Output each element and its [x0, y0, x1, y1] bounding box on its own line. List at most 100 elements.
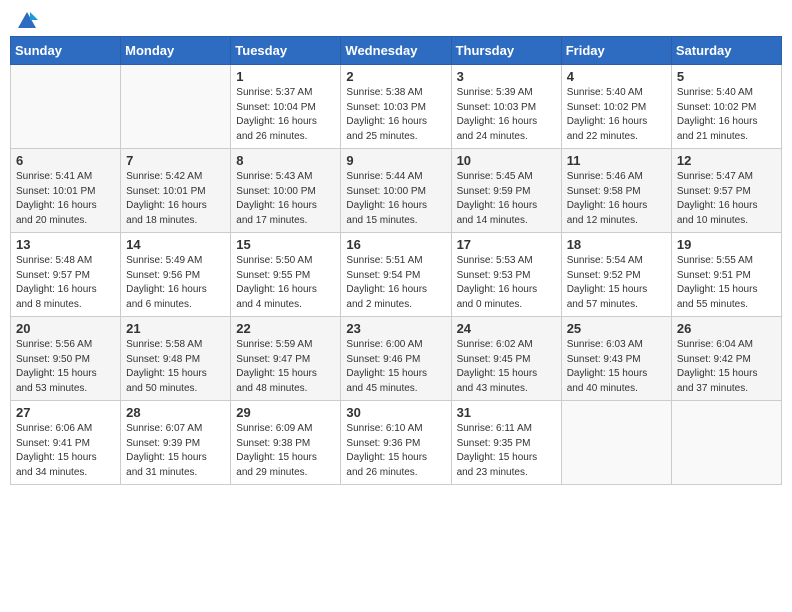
weekday-header: Friday [561, 37, 671, 65]
calendar-header-row: SundayMondayTuesdayWednesdayThursdayFrid… [11, 37, 782, 65]
calendar-day-cell: 10 Sunrise: 5:45 AM Sunset: 9:59 PM Dayli… [451, 149, 561, 233]
day-info: Sunrise: 5:55 AM Sunset: 9:51 PM Dayligh… [677, 254, 776, 312]
weekday-header: Tuesday [231, 37, 341, 65]
weekday-header: Thursday [451, 37, 561, 65]
day-info: Sunrise: 5:47 AM Sunset: 9:57 PM Dayligh… [677, 170, 776, 228]
day-number: 23 [346, 321, 445, 336]
day-info: Sunrise: 5:39 AM Sunset: 10:03 PM Daylig… [457, 86, 556, 144]
calendar-day-cell [671, 401, 781, 485]
calendar-day-cell: 7Sunrise: 5:42 AM Sunset: 10:01 PM Dayli… [121, 149, 231, 233]
day-number: 2 [346, 69, 445, 84]
day-number: 12 [677, 153, 776, 168]
day-number: 1 [236, 69, 335, 84]
calendar-day-cell: 28 Sunrise: 6:07 AM Sunset: 9:39 PM Dayli… [121, 401, 231, 485]
calendar-day-cell: 16 Sunrise: 5:51 AM Sunset: 9:54 PM Dayli… [341, 233, 451, 317]
day-info: Sunrise: 5:53 AM Sunset: 9:53 PM Dayligh… [457, 254, 556, 312]
weekday-header: Wednesday [341, 37, 451, 65]
day-number: 30 [346, 405, 445, 420]
calendar-day-cell: 31Sunrise: 6:11 AM Sunset: 9:35 PM Dayli… [451, 401, 561, 485]
weekday-header: Sunday [11, 37, 121, 65]
calendar-day-cell: 17 Sunrise: 5:53 AM Sunset: 9:53 PM Dayli… [451, 233, 561, 317]
day-number: 27 [16, 405, 115, 420]
calendar-day-cell: 1 Sunrise: 5:37 AM Sunset: 10:04 PM Dayli… [231, 65, 341, 149]
calendar-day-cell: 30 Sunrise: 6:10 AM Sunset: 9:36 PM Dayli… [341, 401, 451, 485]
calendar-day-cell [561, 401, 671, 485]
calendar-week-row: 1 Sunrise: 5:37 AM Sunset: 10:04 PM Dayli… [11, 65, 782, 149]
day-info: Sunrise: 6:06 AM Sunset: 9:41 PM Dayligh… [16, 422, 115, 480]
day-number: 22 [236, 321, 335, 336]
calendar-day-cell: 24Sunrise: 6:02 AM Sunset: 9:45 PM Dayli… [451, 317, 561, 401]
page-header [10, 10, 782, 28]
day-info: Sunrise: 5:37 AM Sunset: 10:04 PM Daylig… [236, 86, 335, 144]
day-number: 13 [16, 237, 115, 252]
calendar-day-cell: 8 Sunrise: 5:43 AM Sunset: 10:00 PM Dayli… [231, 149, 341, 233]
day-info: Sunrise: 5:46 AM Sunset: 9:58 PM Dayligh… [567, 170, 666, 228]
calendar-day-cell: 11 Sunrise: 5:46 AM Sunset: 9:58 PM Dayli… [561, 149, 671, 233]
calendar-day-cell: 12 Sunrise: 5:47 AM Sunset: 9:57 PM Dayli… [671, 149, 781, 233]
day-info: Sunrise: 5:50 AM Sunset: 9:55 PM Dayligh… [236, 254, 335, 312]
calendar-day-cell: 22Sunrise: 5:59 AM Sunset: 9:47 PM Dayli… [231, 317, 341, 401]
day-info: Sunrise: 5:38 AM Sunset: 10:03 PM Daylig… [346, 86, 445, 144]
day-number: 29 [236, 405, 335, 420]
calendar-day-cell: 26 Sunrise: 6:04 AM Sunset: 9:42 PM Dayli… [671, 317, 781, 401]
day-number: 9 [346, 153, 445, 168]
day-info: Sunrise: 6:09 AM Sunset: 9:38 PM Dayligh… [236, 422, 335, 480]
calendar-day-cell: 20Sunrise: 5:56 AM Sunset: 9:50 PM Dayli… [11, 317, 121, 401]
day-number: 28 [126, 405, 225, 420]
calendar-day-cell [11, 65, 121, 149]
calendar-day-cell: 29 Sunrise: 6:09 AM Sunset: 9:38 PM Dayli… [231, 401, 341, 485]
day-number: 18 [567, 237, 666, 252]
day-number: 3 [457, 69, 556, 84]
day-info: Sunrise: 6:04 AM Sunset: 9:42 PM Dayligh… [677, 338, 776, 396]
calendar-week-row: 6 Sunrise: 5:41 AM Sunset: 10:01 PM Dayli… [11, 149, 782, 233]
day-info: Sunrise: 5:40 AM Sunset: 10:02 PM Daylig… [677, 86, 776, 144]
day-info: Sunrise: 5:41 AM Sunset: 10:01 PM Daylig… [16, 170, 115, 228]
day-number: 4 [567, 69, 666, 84]
day-info: Sunrise: 5:44 AM Sunset: 10:00 PM Daylig… [346, 170, 445, 228]
calendar-day-cell: 6 Sunrise: 5:41 AM Sunset: 10:01 PM Dayli… [11, 149, 121, 233]
day-number: 15 [236, 237, 335, 252]
weekday-header: Monday [121, 37, 231, 65]
calendar-table: SundayMondayTuesdayWednesdayThursdayFrid… [10, 36, 782, 485]
day-number: 16 [346, 237, 445, 252]
day-info: Sunrise: 5:56 AM Sunset: 9:50 PM Dayligh… [16, 338, 115, 396]
day-info: Sunrise: 5:58 AM Sunset: 9:48 PM Dayligh… [126, 338, 225, 396]
day-number: 26 [677, 321, 776, 336]
day-number: 7 [126, 153, 225, 168]
day-info: Sunrise: 5:45 AM Sunset: 9:59 PM Dayligh… [457, 170, 556, 228]
day-number: 11 [567, 153, 666, 168]
day-info: Sunrise: 5:40 AM Sunset: 10:02 PM Daylig… [567, 86, 666, 144]
day-info: Sunrise: 5:43 AM Sunset: 10:00 PM Daylig… [236, 170, 335, 228]
calendar-day-cell: 27 Sunrise: 6:06 AM Sunset: 9:41 PM Dayli… [11, 401, 121, 485]
calendar-day-cell: 18Sunrise: 5:54 AM Sunset: 9:52 PM Dayli… [561, 233, 671, 317]
logo-icon [16, 10, 38, 32]
calendar-day-cell: 25Sunrise: 6:03 AM Sunset: 9:43 PM Dayli… [561, 317, 671, 401]
calendar-day-cell: 9 Sunrise: 5:44 AM Sunset: 10:00 PM Dayli… [341, 149, 451, 233]
calendar-week-row: 27 Sunrise: 6:06 AM Sunset: 9:41 PM Dayli… [11, 401, 782, 485]
day-number: 8 [236, 153, 335, 168]
calendar-day-cell: 13Sunrise: 5:48 AM Sunset: 9:57 PM Dayli… [11, 233, 121, 317]
calendar-day-cell: 5Sunrise: 5:40 AM Sunset: 10:02 PM Dayli… [671, 65, 781, 149]
calendar-day-cell: 21Sunrise: 5:58 AM Sunset: 9:48 PM Dayli… [121, 317, 231, 401]
calendar-day-cell: 2 Sunrise: 5:38 AM Sunset: 10:03 PM Dayli… [341, 65, 451, 149]
day-info: Sunrise: 6:07 AM Sunset: 9:39 PM Dayligh… [126, 422, 225, 480]
day-info: Sunrise: 6:00 AM Sunset: 9:46 PM Dayligh… [346, 338, 445, 396]
calendar-day-cell: 14Sunrise: 5:49 AM Sunset: 9:56 PM Dayli… [121, 233, 231, 317]
day-info: Sunrise: 6:03 AM Sunset: 9:43 PM Dayligh… [567, 338, 666, 396]
day-number: 6 [16, 153, 115, 168]
day-number: 17 [457, 237, 556, 252]
day-number: 14 [126, 237, 225, 252]
calendar-day-cell: 4 Sunrise: 5:40 AM Sunset: 10:02 PM Dayli… [561, 65, 671, 149]
calendar-day-cell [121, 65, 231, 149]
calendar-day-cell: 3 Sunrise: 5:39 AM Sunset: 10:03 PM Dayli… [451, 65, 561, 149]
calendar-week-row: 20Sunrise: 5:56 AM Sunset: 9:50 PM Dayli… [11, 317, 782, 401]
calendar-day-cell: 23 Sunrise: 6:00 AM Sunset: 9:46 PM Dayli… [341, 317, 451, 401]
day-number: 24 [457, 321, 556, 336]
day-info: Sunrise: 6:11 AM Sunset: 9:35 PM Dayligh… [457, 422, 556, 480]
day-info: Sunrise: 6:10 AM Sunset: 9:36 PM Dayligh… [346, 422, 445, 480]
calendar-day-cell: 15 Sunrise: 5:50 AM Sunset: 9:55 PM Dayli… [231, 233, 341, 317]
day-number: 10 [457, 153, 556, 168]
logo [14, 10, 38, 28]
day-info: Sunrise: 5:51 AM Sunset: 9:54 PM Dayligh… [346, 254, 445, 312]
calendar-day-cell: 19Sunrise: 5:55 AM Sunset: 9:51 PM Dayli… [671, 233, 781, 317]
